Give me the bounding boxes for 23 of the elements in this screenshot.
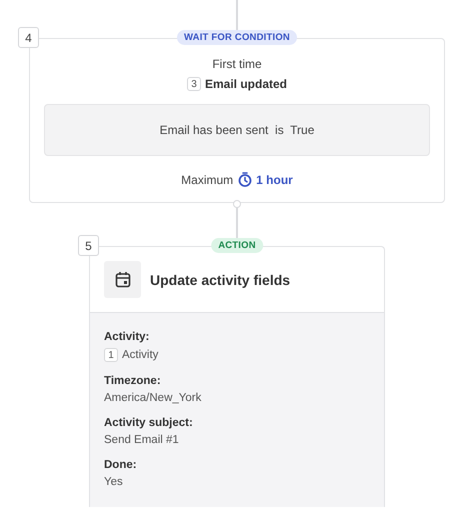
field-value: Send Email #1 <box>104 434 179 446</box>
maximum-label: Maximum <box>181 172 234 186</box>
trigger-event: Email updated <box>204 77 287 91</box>
field-value: Activity <box>122 349 158 361</box>
field-label: Done: <box>104 459 138 471</box>
step-type-badge: WAIT FOR CONDITION <box>177 30 297 45</box>
step-number: 4 <box>18 27 39 48</box>
step-number: 5 <box>78 235 99 256</box>
connector-dot[interactable] <box>233 200 241 208</box>
condition-text: Email has been sent is True <box>160 123 314 137</box>
step-reference: 3 <box>186 77 201 91</box>
maximum-value: 1 hour <box>256 172 293 186</box>
step-type-badge: ACTION <box>211 238 263 253</box>
field-value: America/New_York <box>104 392 202 404</box>
field-label: Activity subject: <box>104 417 194 429</box>
field-value: Yes <box>104 476 123 488</box>
field-label: Timezone: <box>104 375 162 387</box>
calendar-icon <box>114 271 130 288</box>
step-reference: 1 <box>104 348 118 362</box>
field-label: Activity: <box>104 331 150 343</box>
step-title: Update activity fields <box>150 272 290 288</box>
timer-icon <box>238 172 252 187</box>
trigger-label: First time <box>212 57 262 71</box>
